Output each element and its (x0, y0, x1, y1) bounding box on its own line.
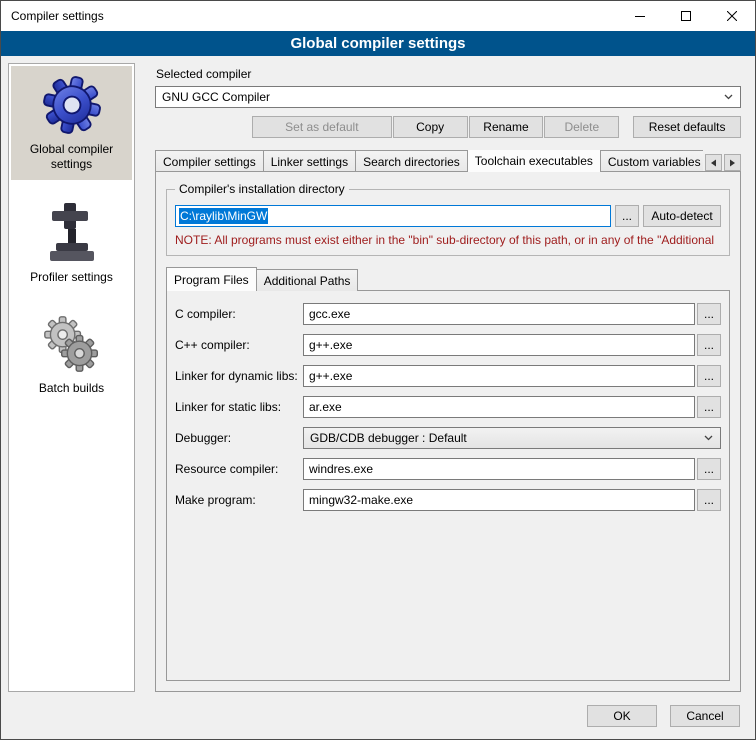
window-controls (617, 1, 755, 31)
resource-compiler-browse-button[interactable]: ... (697, 458, 721, 480)
field-row: C++ compiler: g++.exe ... (175, 334, 721, 356)
sidebar-item-profiler-settings[interactable]: Profiler settings (11, 192, 132, 293)
field-row: Make program: mingw32-make.exe ... (175, 489, 721, 511)
linker-static-value: ar.exe (309, 400, 342, 414)
tabs-scroll-area: Compiler settings Linker settings Search… (155, 150, 703, 172)
c-compiler-value: gcc.exe (309, 307, 350, 321)
field-row: C compiler: gcc.exe ... (175, 303, 721, 325)
tab-linker-settings[interactable]: Linker settings (263, 150, 356, 172)
resource-compiler-input[interactable]: windres.exe (303, 458, 695, 480)
tab-additional-paths[interactable]: Additional Paths (256, 269, 359, 291)
linker-dynamic-browse-button[interactable]: ... (697, 365, 721, 387)
auto-detect-button[interactable]: Auto-detect (643, 205, 721, 227)
c-compiler-browse-button[interactable]: ... (697, 303, 721, 325)
chevron-down-icon (704, 435, 713, 441)
cpp-compiler-input[interactable]: g++.exe (303, 334, 695, 356)
field-row: Linker for dynamic libs: g++.exe ... (175, 365, 721, 387)
sidebar-item-label: Profiler settings (30, 270, 113, 285)
c-compiler-label: C compiler: (175, 307, 303, 321)
inner-tabstrip: Program Files Additional Paths (166, 269, 730, 291)
window-title: Compiler settings (1, 9, 104, 23)
linker-dynamic-input[interactable]: g++.exe (303, 365, 695, 387)
rename-button[interactable]: Rename (469, 116, 544, 138)
dialog-footer: OK Cancel (1, 699, 755, 739)
copy-button[interactable]: Copy (393, 116, 468, 138)
tab-compiler-settings[interactable]: Compiler settings (155, 150, 264, 172)
linker-dynamic-value: g++.exe (309, 369, 352, 383)
main-panel: Selected compiler GNU GCC Compiler Set a… (145, 63, 748, 692)
selected-compiler-label: Selected compiler (156, 67, 741, 81)
resource-compiler-value: windres.exe (309, 462, 373, 476)
gear-blue-icon (42, 75, 102, 135)
tab-custom-variables[interactable]: Custom variables (600, 150, 703, 172)
debugger-select-value: GDB/CDB debugger : Default (310, 431, 704, 445)
titlebar[interactable]: Compiler settings (1, 1, 755, 31)
minimize-button[interactable] (617, 1, 663, 31)
delete-button[interactable]: Delete (544, 116, 619, 138)
sidebar: Global compiler settings Profiler settin… (8, 63, 135, 692)
tab-scroll-left-button[interactable] (705, 154, 722, 171)
reset-defaults-button[interactable]: Reset defaults (633, 116, 741, 138)
sidebar-item-batch-builds[interactable]: Batch builds (11, 305, 132, 404)
scroll-right-icon (729, 159, 736, 167)
cpp-compiler-value: g++.exe (309, 338, 352, 352)
linker-static-browse-button[interactable]: ... (697, 396, 721, 418)
make-program-browse-button[interactable]: ... (697, 489, 721, 511)
maximize-icon (681, 11, 691, 21)
compiler-select[interactable]: GNU GCC Compiler (155, 86, 741, 108)
make-program-input[interactable]: mingw32-make.exe (303, 489, 695, 511)
chevron-down-icon (724, 94, 733, 100)
scroll-left-icon (710, 159, 717, 167)
sidebar-item-label: Global compiler settings (13, 142, 130, 172)
minimize-icon (635, 11, 645, 21)
installation-directory-group: Compiler's installation directory C:\ray… (166, 189, 730, 256)
sidebar-item-label: Batch builds (39, 381, 104, 396)
installation-directory-row: C:\raylib\MinGW ... Auto-detect (175, 205, 721, 227)
compiler-select-value: GNU GCC Compiler (162, 90, 724, 104)
linker-static-label: Linker for static libs: (175, 400, 303, 414)
toolchain-executables-panel: Compiler's installation directory C:\ray… (155, 171, 741, 692)
resource-compiler-label: Resource compiler: (175, 462, 303, 476)
set-as-default-button[interactable]: Set as default (252, 116, 392, 138)
make-program-value: mingw32-make.exe (309, 493, 413, 507)
tab-scroll-buttons (705, 154, 741, 171)
cpp-compiler-label: C++ compiler: (175, 338, 303, 352)
c-compiler-input[interactable]: gcc.exe (303, 303, 695, 325)
linker-static-input[interactable]: ar.exe (303, 396, 695, 418)
ok-button[interactable]: OK (587, 705, 657, 727)
cancel-button[interactable]: Cancel (670, 705, 740, 727)
tab-program-files[interactable]: Program Files (166, 267, 257, 291)
installation-directory-value: C:\raylib\MinGW (179, 208, 268, 224)
tab-toolchain-executables[interactable]: Toolchain executables (467, 150, 601, 172)
program-files-panel: C compiler: gcc.exe ... C++ compiler: g+… (166, 290, 730, 681)
debugger-label: Debugger: (175, 431, 303, 445)
field-row: Linker for static libs: ar.exe ... (175, 396, 721, 418)
installation-directory-group-title: Compiler's installation directory (175, 182, 349, 196)
cpp-compiler-browse-button[interactable]: ... (697, 334, 721, 356)
installation-directory-input[interactable]: C:\raylib\MinGW (175, 205, 611, 227)
compiler-settings-window: Compiler settings Global compiler settin… (0, 0, 756, 740)
field-row: Resource compiler: windres.exe ... (175, 458, 721, 480)
make-program-label: Make program: (175, 493, 303, 507)
profiler-tool-icon (44, 201, 100, 263)
bin-subdirectory-note: NOTE: All programs must exist either in … (175, 233, 721, 247)
close-button[interactable] (709, 1, 755, 31)
gears-gray-icon (42, 314, 102, 374)
dialog-header: Global compiler settings (1, 31, 755, 56)
maximize-button[interactable] (663, 1, 709, 31)
tab-scroll-right-button[interactable] (724, 154, 741, 171)
field-row: Debugger: GDB/CDB debugger : Default (175, 427, 721, 449)
close-icon (727, 11, 737, 21)
debugger-select[interactable]: GDB/CDB debugger : Default (303, 427, 721, 449)
linker-dynamic-label: Linker for dynamic libs: (175, 369, 303, 383)
installation-directory-browse-button[interactable]: ... (615, 205, 639, 227)
dialog-body: Global compiler settings Profiler settin… (1, 56, 755, 699)
compiler-buttons-row: Set as default Copy Rename Delete Reset … (155, 116, 741, 138)
tabstrip: Compiler settings Linker settings Search… (155, 150, 741, 172)
tab-search-directories[interactable]: Search directories (355, 150, 468, 172)
sidebar-item-global-compiler-settings[interactable]: Global compiler settings (11, 66, 132, 180)
